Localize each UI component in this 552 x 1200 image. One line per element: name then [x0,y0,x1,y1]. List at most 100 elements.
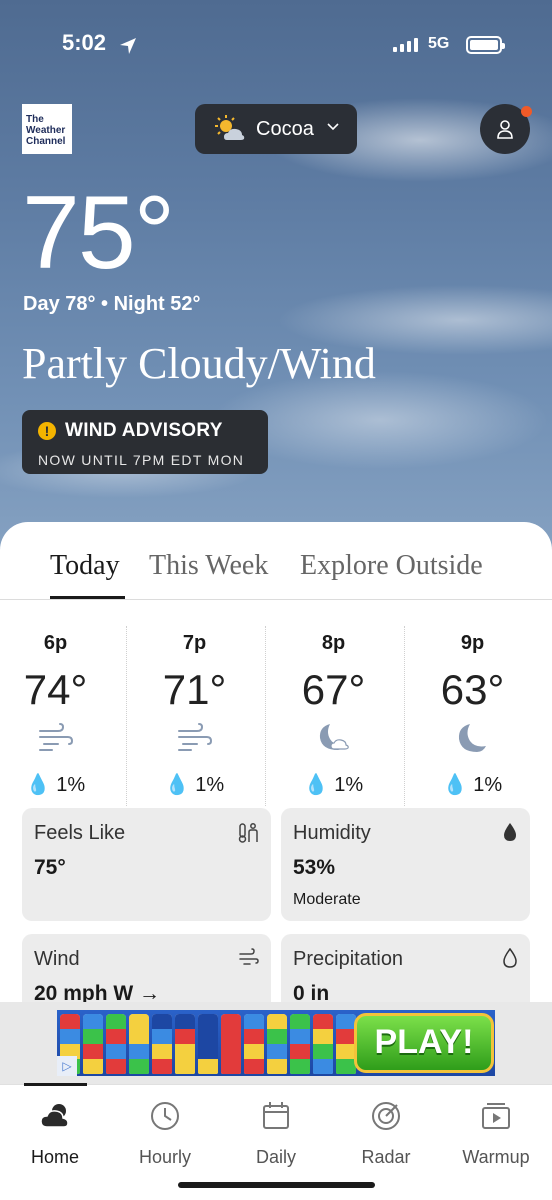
partly-cloudy-night-icon [319,724,349,750]
wind-advisory-alert[interactable]: ! WIND ADVISORY NOW UNTIL 7PM EDT MON [22,410,268,474]
logo-line: Channel [26,136,66,147]
hour-item[interactable]: 6p 74° 💧 1% [0,626,125,806]
logo-line: The [26,114,44,125]
ad-graphic [106,1014,126,1074]
status-bar: 5:02 5G [0,30,552,62]
card-label: Precipitation [293,948,404,970]
clock-icon [151,1102,179,1130]
hour-item[interactable]: 8p 67° 💧 1% [264,626,403,806]
humidity-card[interactable]: Humidity 53% Moderate [281,808,530,921]
ad-graphic [244,1014,264,1074]
ad-banner[interactable]: PLAY! ▷ [57,1010,495,1076]
card-subtext: Moderate [293,891,361,908]
hour-time: 6p [43,632,68,654]
ad-graphic [129,1014,149,1074]
precip-value: 1% [334,774,364,796]
nav-warmup[interactable]: Warmup [446,1099,546,1168]
wind-icon [239,948,259,965]
partly-cloudy-icon [215,115,245,140]
card-label: Feels Like [34,822,126,844]
precip-value: 1% [56,774,86,796]
location-arrow-icon [120,38,136,54]
radar-icon [372,1102,400,1130]
network-type: 5G [428,35,450,52]
hourly-forecast[interactable]: 6p 74° 💧 1% 7p 71° 💧 1% 8p 67° 💧 1% 9p 6… [0,626,552,806]
location-selector[interactable]: Cocoa [195,104,357,154]
nav-home[interactable]: Home [5,1099,105,1168]
nav-label: Daily [255,1147,296,1167]
tab-today[interactable]: Today [50,550,120,582]
hour-temp: 67° [301,666,366,713]
thermometer-person-icon [238,823,258,843]
status-time: 5:02 [62,30,107,55]
hour-temp: 74° [23,666,88,713]
ad-graphic [336,1014,356,1074]
hour-time: 8p [321,632,346,654]
nav-hourly[interactable]: Hourly [115,1099,215,1168]
home-cloud-icon [40,1104,69,1128]
ad-graphic [152,1014,172,1074]
location-name: Cocoa [256,118,314,140]
hour-precip: 💧 1% [303,774,364,796]
wind-icon [38,723,73,751]
home-indicator [178,1182,375,1188]
ad-play-button[interactable]: PLAY! [354,1013,494,1073]
card-value: 53% [293,856,336,879]
hour-precip: 💧 1% [442,774,503,796]
tab-explore-outside[interactable]: Explore Outside [300,550,483,582]
ad-graphic [267,1014,287,1074]
nav-daily[interactable]: Daily [226,1099,326,1168]
ad-graphic [83,1014,103,1074]
moon-icon [458,724,486,752]
current-condition: Partly Cloudy/Wind [22,339,376,388]
nav-label: Warmup [462,1147,530,1167]
person-icon [497,120,513,139]
nav-label: Home [30,1147,79,1167]
wind-icon [177,723,212,751]
droplet-filled-icon [504,823,516,841]
ad-graphic [290,1014,310,1074]
active-nav-indicator [24,1083,87,1086]
feels-like-card[interactable]: Feels Like 75° [22,808,271,921]
day-night-temps: Day 78° • Night 52° [23,293,201,315]
advisory-subtitle: NOW UNTIL 7PM EDT MON [38,452,245,468]
logo-line: Weather [26,125,66,136]
tab-bar: Today This Week Explore Outside [0,550,552,600]
nav-label: Radar [361,1147,411,1167]
tab-this-week[interactable]: This Week [149,550,268,582]
hour-item[interactable]: 9p 63° 💧 1% [403,626,542,806]
card-value: 75° [34,856,66,879]
ad-graphic [198,1014,218,1074]
alert-icon: ! [38,422,56,440]
nav-label: Hourly [138,1147,191,1167]
cellular-signal-icon [393,38,418,52]
hour-precip: 💧 1% [25,774,86,796]
hour-time: 7p [182,632,207,654]
notification-badge [521,106,532,117]
ad-choices-icon[interactable]: ▷ [57,1056,77,1076]
hour-item[interactable]: 7p 71° 💧 1% [125,626,264,806]
nav-radar[interactable]: Radar [336,1099,436,1168]
ad-banner-area: PLAY! ▷ [0,1002,552,1084]
droplet-outline-icon [503,948,517,968]
hour-temp: 71° [162,666,227,713]
battery-icon [466,36,505,54]
precip-value: 1% [195,774,225,796]
play-video-icon [482,1103,510,1129]
card-label: Humidity [293,822,371,844]
ad-graphic [221,1014,241,1074]
hour-temp: 63° [440,666,505,713]
hour-time: 9p [460,632,485,654]
ad-graphic [313,1014,333,1074]
hour-precip: 💧 1% [164,774,225,796]
divider [0,599,552,600]
weather-channel-logo[interactable]: The Weather Channel [22,104,72,154]
hero-background: 5:02 5G The Weather Channel Cocoa 75° Da… [0,0,552,560]
forecast-sheet: Today This Week Explore Outside 6p 74° 💧… [0,522,552,1047]
card-label: Wind [34,948,80,970]
calendar-icon [263,1102,289,1129]
advisory-title: WIND ADVISORY [65,420,223,441]
chevron-down-icon [327,123,339,131]
current-temperature: 75° [22,175,175,291]
profile-button[interactable] [480,104,532,154]
